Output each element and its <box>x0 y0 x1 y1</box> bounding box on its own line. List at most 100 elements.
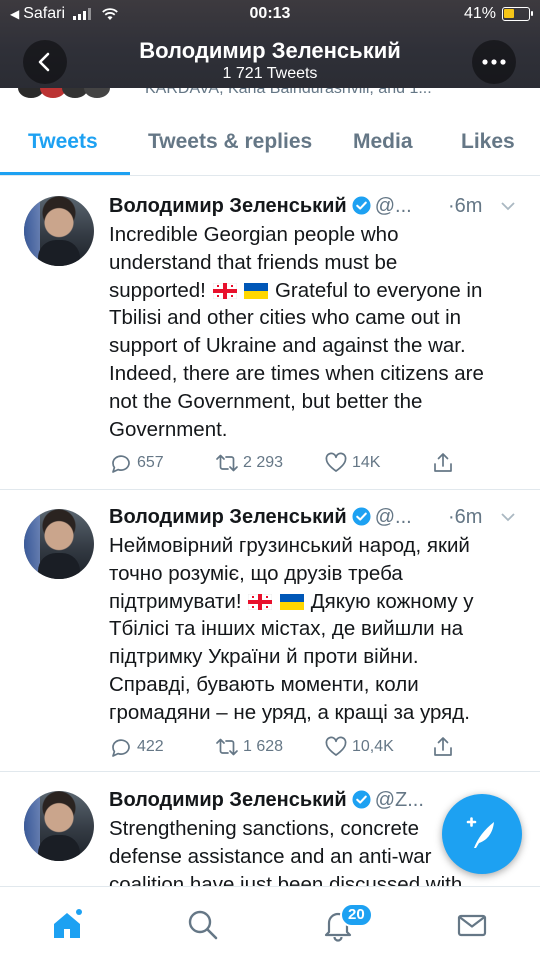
profile-header: ◀ Safari 00:13 41% Володимир Зеленський … <box>0 0 540 92</box>
active-tab-indicator <box>0 172 130 175</box>
verified-badge-icon <box>352 507 371 526</box>
like-button[interactable]: 10,4K <box>324 735 394 759</box>
compose-feather-icon <box>466 817 494 848</box>
retweet-icon <box>216 454 238 472</box>
tweet-header: Володимир Зеленський @... <box>109 506 412 529</box>
tweet-text: Incredible Georgian people who understan… <box>109 221 529 443</box>
nav-home[interactable] <box>47 905 87 945</box>
like-count: 10,4K <box>352 738 394 755</box>
tweet-time: ·6m <box>448 506 483 528</box>
tweet-line: Неймовірний грузинський народ, який <box>109 534 470 557</box>
tweet-line: Tbilisi and other cities who came out in <box>109 306 462 330</box>
tweet-line: Incredible Georgian people who <box>109 223 399 246</box>
author-handle: @Z... <box>374 789 424 811</box>
nav-search[interactable] <box>183 905 223 945</box>
tweet[interactable]: Володимир Зеленський @... ·6m Неймовірний… <box>0 490 540 772</box>
tweet-line: support of Ukraine and against the war. <box>109 334 466 358</box>
heart-icon <box>325 736 347 756</box>
tweet-text: Неймовірний грузинський народ, який точн… <box>109 532 529 727</box>
follower-avatars <box>18 88 128 98</box>
retweet-button[interactable]: 1 628 <box>215 735 283 759</box>
share-icon <box>434 453 452 472</box>
mail-icon <box>457 914 487 937</box>
avatar[interactable] <box>24 509 94 579</box>
ukraine-flag-icon <box>244 282 269 299</box>
reply-icon <box>112 455 130 473</box>
tweet-line: Indeed, there are times when citizens ar… <box>109 361 484 385</box>
tweet-line: громадяни – не уряд, а кращі за уряд. <box>109 700 470 724</box>
search-icon <box>188 910 218 940</box>
tweet-header: Володимир Зеленський @... <box>109 195 412 218</box>
tweet-line: understand that friends must be <box>109 250 398 274</box>
tab-media[interactable]: Media <box>353 130 413 154</box>
like-count: 14K <box>352 454 381 471</box>
reply-count: 422 <box>137 738 164 755</box>
georgia-flag-icon <box>212 282 237 299</box>
tweet-time: ·6m <box>448 195 483 217</box>
followers-you-know-peek: KARDAVA, Kana Baindurashvili, and 1... <box>0 88 540 102</box>
avatar[interactable] <box>24 196 94 266</box>
verified-badge-icon <box>352 196 371 215</box>
status-time: 00:13 <box>249 5 291 22</box>
bottom-navigation: 20 <box>0 886 540 960</box>
tweet-line: Справді, бувають моменти, коли <box>109 672 419 696</box>
retweet-icon <box>216 738 238 756</box>
tweet-header: Володимир Зеленський @Z... <box>109 789 424 812</box>
heart-icon <box>325 452 347 472</box>
tweet-line: точно розуміє, що друзів треба <box>109 561 403 585</box>
reply-button[interactable]: 657 <box>109 451 164 475</box>
tweet-count: 1 721 Tweets <box>222 65 318 82</box>
reply-icon <box>112 739 130 757</box>
tweet-line-part: Дякую кожному у <box>310 589 474 613</box>
author-name[interactable]: Володимир Зеленський <box>109 789 347 811</box>
author-name[interactable]: Володимир Зеленський <box>109 195 347 217</box>
avatar[interactable] <box>24 791 94 861</box>
share-button[interactable] <box>431 735 455 759</box>
tweet-line: підтримку України й проти війни. <box>109 645 419 669</box>
tweet-line-part: supported! <box>109 278 206 302</box>
compose-tweet-button[interactable] <box>442 794 522 874</box>
tweet-line: coalition have just been discussed with <box>109 872 463 886</box>
retweet-count: 2 293 <box>243 454 284 471</box>
retweet-count: 1 628 <box>243 738 284 755</box>
notifications-badge: 20 <box>340 903 373 927</box>
tweet-line: Government. <box>109 417 228 441</box>
tweet-actions: 657 2 293 14K <box>109 451 529 477</box>
retweet-button[interactable]: 2 293 <box>215 451 283 475</box>
tweet[interactable]: Володимир Зеленський @... ·6m Incredible … <box>0 177 540 490</box>
tab-tweets-and-replies[interactable]: Tweets & replies <box>148 130 312 154</box>
tweet-line: not the Government, but better the <box>109 389 423 413</box>
battery-percent: 41% <box>463 5 496 22</box>
reply-count: 657 <box>137 454 164 471</box>
author-name[interactable]: Володимир Зеленський <box>109 506 347 528</box>
like-button[interactable]: 14K <box>324 451 380 475</box>
tweet-actions: 422 1 628 10,4K <box>109 735 529 761</box>
tab-likes[interactable]: Likes <box>461 130 515 154</box>
author-handle: @... <box>374 506 412 528</box>
share-button[interactable] <box>431 451 455 475</box>
more-dots-icon <box>482 59 506 65</box>
followers-you-know-text: KARDAVA, Kana Baindurashvili, and 1... <box>145 88 432 97</box>
chevron-down-icon[interactable] <box>500 201 516 211</box>
more-options-button[interactable] <box>472 40 516 84</box>
profile-name: Володимир Зеленський <box>139 38 401 63</box>
tweet-line-part: Grateful to everyone in <box>274 278 483 302</box>
tab-tweets[interactable]: Tweets <box>28 130 98 154</box>
nav-messages[interactable] <box>452 905 492 945</box>
tweet-line: Тбілісі та інших містах, де вийшли на <box>109 617 464 641</box>
chevron-down-icon[interactable] <box>500 512 516 522</box>
tweet-line: supported! Grateful to everyone in <box>109 277 529 305</box>
battery-icon <box>502 7 533 21</box>
status-right: 41% <box>463 5 533 23</box>
share-icon <box>434 737 452 756</box>
reply-button[interactable]: 422 <box>109 735 164 759</box>
tweet-line-part: підтримувати! <box>109 589 242 613</box>
author-handle: @... <box>374 195 412 217</box>
profile-tabs: Tweets Tweets & replies Media Likes <box>0 102 540 176</box>
tweet-line: підтримувати! Дякую кожному у <box>109 588 529 616</box>
verified-badge-icon <box>352 790 371 809</box>
georgia-flag-icon <box>248 593 273 610</box>
ukraine-flag-icon <box>280 593 304 610</box>
status-bar: ◀ Safari 00:13 41% <box>0 0 540 30</box>
home-icon <box>54 909 82 938</box>
